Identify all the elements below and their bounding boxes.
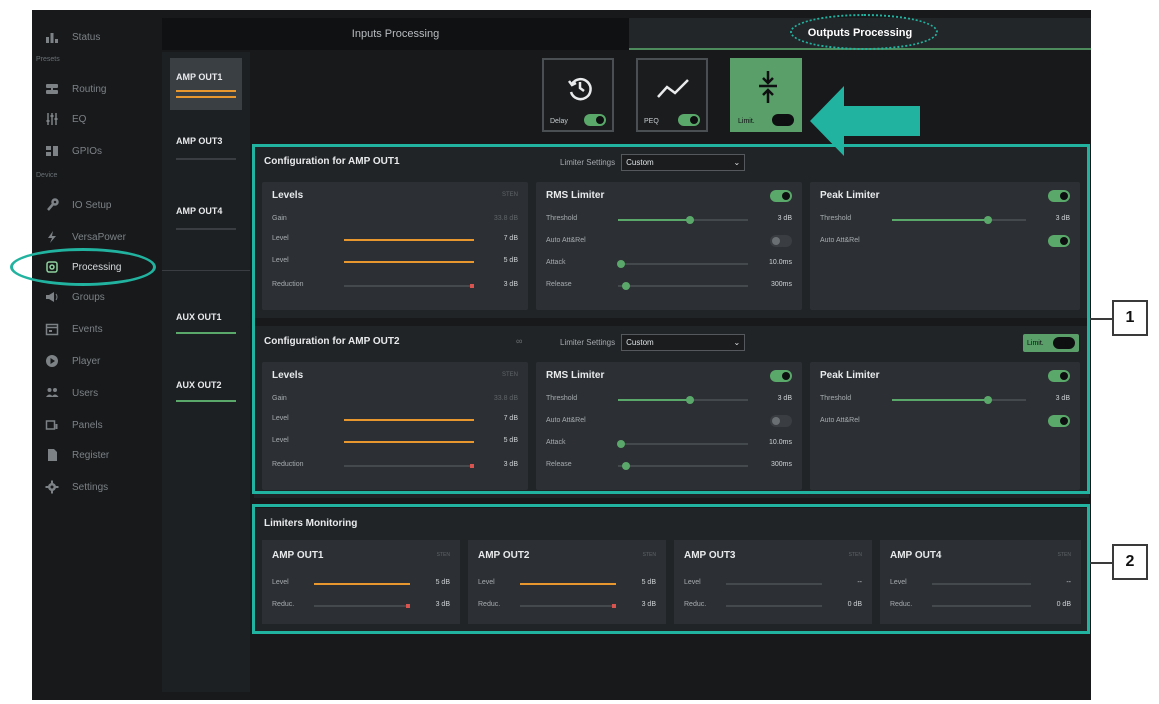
sidebar-item-gpios[interactable]: GPIOs	[32, 136, 162, 166]
bars-chart-icon	[44, 29, 60, 45]
play-icon	[44, 353, 60, 369]
channel-level-bar	[176, 228, 236, 230]
limit-button[interactable]: Limit.	[730, 58, 802, 132]
sidebar-item-label: Users	[72, 387, 99, 399]
callout-2: 2	[1112, 544, 1148, 580]
clock-history-icon	[568, 77, 592, 101]
sidebar-item-register[interactable]: Register	[32, 440, 162, 470]
limit-toggle[interactable]	[772, 114, 794, 126]
gpio-icon	[44, 143, 60, 159]
channel-aux-out1[interactable]: AUX OUT1	[170, 298, 242, 350]
highlight-ellipse-processing	[10, 248, 156, 286]
eq-sliders-icon	[44, 111, 60, 127]
limit-label: Limit.	[738, 118, 755, 125]
panel-icon	[44, 417, 60, 433]
channel-level-bar	[176, 158, 236, 160]
delay-label: Delay	[550, 118, 568, 125]
delay-button[interactable]: Delay	[542, 58, 614, 132]
sidebar-item-status[interactable]: Status	[32, 22, 162, 52]
highlight-ellipse-outputs-tab	[790, 14, 938, 50]
channel-amp-out3[interactable]: AMP OUT3	[170, 122, 242, 174]
sidebar-item-groups[interactable]: Groups	[32, 282, 162, 312]
channel-level-bar	[176, 90, 236, 92]
wrench-icon	[44, 197, 60, 213]
sidebar-item-label: IO Setup	[72, 199, 112, 211]
channel-label: AUX OUT2	[176, 380, 222, 390]
sidebar-item-label: Routing	[72, 83, 107, 95]
users-icon	[44, 385, 60, 401]
sidebar-item-eq[interactable]: EQ	[32, 104, 162, 134]
highlight-box-monitoring	[252, 504, 1090, 634]
arrow-left-icon	[810, 86, 920, 156]
channel-level-bar	[176, 96, 236, 98]
sidebar-item-label: Events	[72, 323, 103, 335]
highlight-box-config	[252, 144, 1090, 494]
sidebar-item-panels[interactable]: Panels	[32, 410, 162, 440]
sidebar-section-device: Device	[36, 172, 58, 179]
sidebar-item-label: Panels	[72, 419, 103, 431]
callout-line-2	[1090, 562, 1114, 564]
bolt-icon	[44, 229, 60, 245]
channel-label: AMP OUT4	[176, 206, 223, 216]
gear-icon	[44, 479, 60, 495]
sidebar: Status Presets Routing EQ GPIOs Device I…	[32, 10, 162, 700]
channel-amp-out4[interactable]: AMP OUT4	[170, 192, 242, 244]
sidebar-item-events[interactable]: Events	[32, 314, 162, 344]
peq-toggle[interactable]	[678, 114, 700, 126]
channel-level-bar	[176, 332, 236, 334]
peq-curve-icon	[657, 79, 689, 98]
delay-toggle[interactable]	[584, 114, 606, 126]
callout-line-1	[1090, 318, 1114, 320]
channel-level-bar	[176, 400, 236, 402]
sidebar-item-player[interactable]: Player	[32, 346, 162, 376]
peq-button[interactable]: PEQ	[636, 58, 708, 132]
channel-amp-out1[interactable]: AMP OUT1	[170, 58, 242, 110]
callout-1: 1	[1112, 300, 1148, 336]
sidebar-item-label: GPIOs	[72, 145, 103, 157]
calendar-icon	[44, 321, 60, 337]
sidebar-item-label: Settings	[72, 481, 109, 493]
channel-label: AUX OUT1	[176, 312, 222, 322]
channel-label: AMP OUT3	[176, 136, 223, 146]
peq-label: PEQ	[644, 118, 659, 125]
sidebar-item-label: Player	[72, 355, 101, 367]
sidebar-item-label: Status	[72, 31, 101, 43]
sidebar-section-presets: Presets	[36, 56, 60, 63]
sidebar-item-users[interactable]: Users	[32, 378, 162, 408]
channel-list: AMP OUT1 AMP OUT3 AMP OUT4 AUX OUT1 AUX …	[162, 52, 250, 692]
routing-icon	[44, 81, 60, 97]
channel-divider	[162, 270, 250, 271]
limiter-icon	[759, 71, 777, 103]
tab-inputs-processing[interactable]: Inputs Processing	[162, 18, 629, 50]
sidebar-item-settings[interactable]: Settings	[32, 472, 162, 502]
sidebar-item-label: EQ	[72, 113, 87, 125]
sidebar-item-label: Register	[72, 449, 110, 461]
groups-icon	[44, 289, 60, 305]
document-icon	[44, 447, 60, 463]
tab-bar: Inputs Processing Outputs Processing	[162, 18, 1091, 50]
channel-label: AMP OUT1	[176, 72, 223, 82]
sidebar-item-label: VersaPower	[72, 231, 126, 243]
sidebar-item-io-setup[interactable]: IO Setup	[32, 190, 162, 220]
channel-aux-out2[interactable]: AUX OUT2	[170, 366, 242, 418]
sidebar-item-label: Groups	[72, 291, 105, 303]
sidebar-item-routing[interactable]: Routing	[32, 74, 162, 104]
